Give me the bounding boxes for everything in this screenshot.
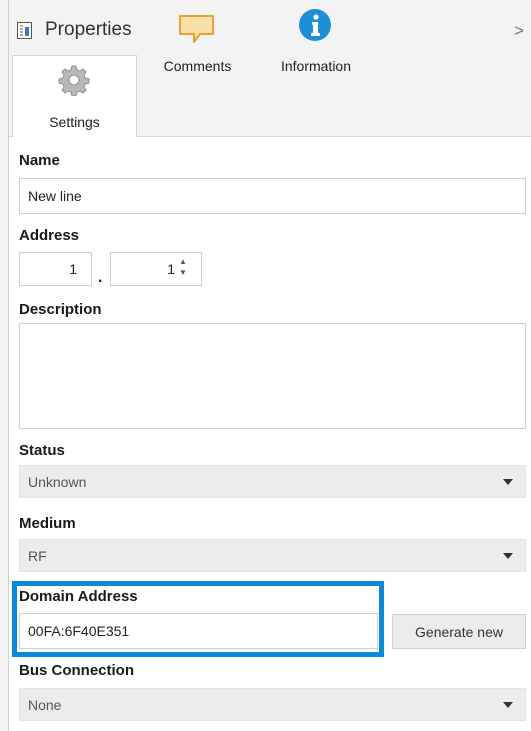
name-label: Name	[19, 152, 60, 169]
tab-information[interactable]: Information	[262, 0, 370, 80]
info-icon	[299, 9, 331, 41]
tab-settings-label: Settings	[49, 114, 100, 130]
chevron-right-icon[interactable]: >	[514, 21, 524, 41]
gear-icon	[58, 65, 90, 96]
status-value: Unknown	[28, 473, 87, 490]
status-select[interactable]: Unknown	[19, 465, 526, 498]
address-area-input[interactable]: 1	[19, 252, 92, 286]
name-input[interactable]: New line	[19, 178, 526, 214]
address-separator: .	[98, 269, 103, 286]
bus-connection-select[interactable]: None	[19, 688, 526, 721]
spin-up-icon[interactable]: ▲	[178, 257, 188, 266]
medium-value: RF	[28, 547, 47, 564]
description-label: Description	[19, 301, 102, 318]
tab-settings[interactable]: Settings	[12, 55, 137, 137]
medium-label: Medium	[19, 515, 76, 532]
tab-comments-label: Comments	[163, 58, 232, 74]
chevron-down-icon	[503, 702, 513, 708]
status-label: Status	[19, 442, 65, 459]
tab-comments[interactable]: Comments	[150, 0, 245, 80]
description-textarea[interactable]	[19, 323, 526, 429]
properties-document-icon	[17, 22, 32, 39]
panel-title: Properties	[45, 19, 132, 40]
medium-select[interactable]: RF	[19, 539, 526, 572]
chevron-down-icon	[503, 479, 513, 485]
spin-down-icon[interactable]: ▼	[178, 268, 188, 277]
bus-connection-value: None	[28, 696, 62, 713]
generate-new-button[interactable]: Generate new	[392, 614, 526, 649]
domain-address-highlight	[12, 581, 384, 657]
chevron-down-icon	[503, 553, 513, 559]
address-label: Address	[19, 227, 80, 244]
address-line-input[interactable]: 1	[110, 252, 202, 286]
tab-information-label: Information	[280, 58, 352, 74]
bus-connection-label: Bus Connection	[19, 662, 134, 679]
speech-bubble-icon	[179, 15, 214, 43]
